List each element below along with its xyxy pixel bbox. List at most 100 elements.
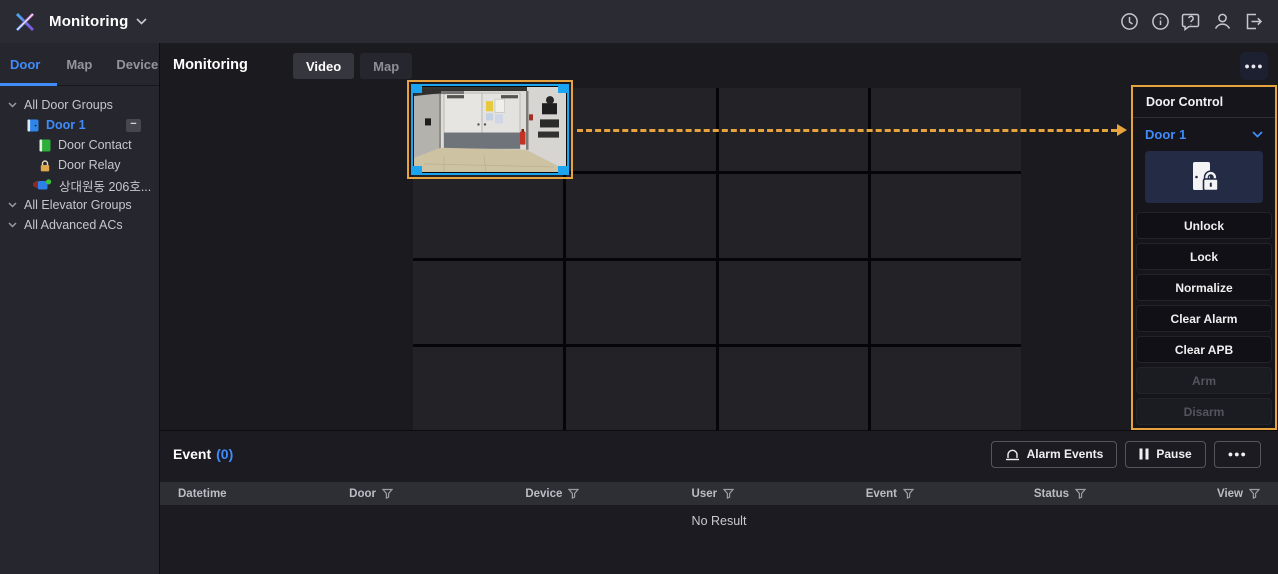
column-view: View [1217,488,1278,500]
column-label: Door [349,488,376,500]
event-table-header: Datetime Door Device User Event Status [160,482,1278,505]
tree-item-label: All Advanced ACs [24,218,123,232]
empty-state-text: No Result [160,514,1278,528]
tree-item-label: Door 1 [46,118,86,132]
topbar: Monitoring [0,0,1278,43]
door-contact-icon [39,139,51,152]
camera-to-door-arrow [577,129,1117,132]
active-tab-underline [0,83,57,86]
column-user: User [692,488,866,500]
selection-handle[interactable] [413,166,422,173]
clock-icon[interactable] [1118,11,1140,33]
tree-item-all-elevator-groups[interactable]: All Elevator Groups [0,195,159,215]
filter-icon[interactable] [568,488,579,499]
logout-icon[interactable] [1242,11,1264,33]
info-icon[interactable] [1149,11,1171,33]
tree-item-door-relay[interactable]: Door Relay [0,155,159,175]
camera-icon [33,179,52,192]
video-grid-cell[interactable] [413,261,563,344]
lock-icon [39,159,51,172]
video-grid-cell[interactable] [871,261,1021,344]
page-title: Monitoring [173,57,248,73]
tab-video[interactable]: Video [293,53,354,79]
column-label: Status [1034,488,1069,500]
pause-icon [1139,448,1149,460]
column-label: Datetime [178,488,227,500]
tab-device[interactable]: Device [116,57,158,72]
door-control-title: Door Control [1133,87,1275,118]
column-event: Event [866,488,1034,500]
video-grid-cell[interactable] [413,347,563,430]
clear-apb-button[interactable]: Clear APB [1136,336,1272,363]
arm-button: Arm [1136,367,1272,394]
event-section: Event (0) Alarm Events Pause ●●● [160,430,1278,574]
filter-icon[interactable] [382,488,393,499]
filter-icon[interactable] [1249,488,1260,499]
tree-item-door-contact[interactable]: Door Contact [0,135,159,155]
locked-door-icon [1185,160,1223,194]
tree-item-label: Door Relay [58,158,121,172]
arrow-head-icon [1117,124,1127,136]
tree-item-door-1[interactable]: Door 1 − [0,115,159,135]
video-grid-cell[interactable] [566,261,716,344]
event-actions: Alarm Events Pause ●●● [991,441,1261,468]
video-grid-cell[interactable] [566,174,716,257]
tree-item-camera[interactable]: 상대원동 206호... [0,175,159,195]
tab-door[interactable]: Door [10,57,40,72]
door-control-panel: Door Control Door 1 Unlock Lock Normaliz… [1131,85,1277,430]
video-grid-cell[interactable] [871,347,1021,430]
filter-icon[interactable] [1075,488,1086,499]
column-label: Device [525,488,562,500]
event-title: Event [173,446,211,462]
column-label: Event [866,488,897,500]
alarm-events-button[interactable]: Alarm Events [991,441,1118,468]
lock-button[interactable]: Lock [1136,243,1272,270]
event-count: (0) [216,446,233,462]
door-status-indicator [1145,151,1263,203]
tree-item-all-door-groups[interactable]: All Door Groups [0,95,159,115]
video-grid-cell[interactable] [413,174,563,257]
chevron-down-icon[interactable] [136,18,147,25]
video-grid-cell[interactable] [719,261,869,344]
door-tree: All Door Groups Door 1 − Door Contact [0,86,159,235]
tree-item-label: 상대원동 206호... [59,176,151,195]
column-device: Device [525,488,691,500]
selection-handle[interactable] [413,86,422,93]
filter-icon[interactable] [723,488,734,499]
tab-map[interactable]: Map [66,57,92,72]
tab-map-view[interactable]: Map [360,53,412,79]
user-icon[interactable] [1211,11,1233,33]
selected-camera-feed[interactable] [407,80,573,179]
clear-alarm-button[interactable]: Clear Alarm [1136,305,1272,332]
ellipsis-icon: ●●● [1228,449,1247,459]
topbar-icons [1118,11,1264,33]
filter-icon[interactable] [903,488,914,499]
camera-feed-image [414,87,566,172]
unlock-button[interactable]: Unlock [1136,212,1272,239]
video-grid-cell[interactable] [566,347,716,430]
pause-button[interactable]: Pause [1125,441,1205,468]
door-icon [27,119,39,132]
video-grid-cell[interactable] [719,347,869,430]
more-options-button[interactable]: ●●● [1240,52,1268,80]
column-label: View [1217,488,1243,500]
sidebar-tabs: Door Map Device [0,43,159,86]
pause-label: Pause [1156,447,1191,461]
alarm-events-label: Alarm Events [1027,447,1104,461]
help-icon[interactable] [1180,11,1202,33]
selection-handle[interactable] [558,86,567,93]
video-grid-cell[interactable] [871,174,1021,257]
event-more-button[interactable]: ●●● [1214,441,1261,468]
tree-item-all-advanced-acs[interactable]: All Advanced ACs [0,215,159,235]
selected-door-label: Door 1 [1145,127,1186,142]
collapse-icon[interactable]: − [126,119,141,132]
door-select-dropdown[interactable]: Door 1 [1145,119,1263,150]
monitoring-app: Monitoring [0,0,1278,574]
selection-handle[interactable] [558,166,567,173]
tree-item-label: All Door Groups [24,98,113,112]
app-logo-icon [12,9,38,35]
normalize-button[interactable]: Normalize [1136,274,1272,301]
disarm-button: Disarm [1136,398,1272,425]
door-control-buttons: Unlock Lock Normalize Clear Alarm Clear … [1133,212,1275,425]
video-grid-cell[interactable] [719,174,869,257]
